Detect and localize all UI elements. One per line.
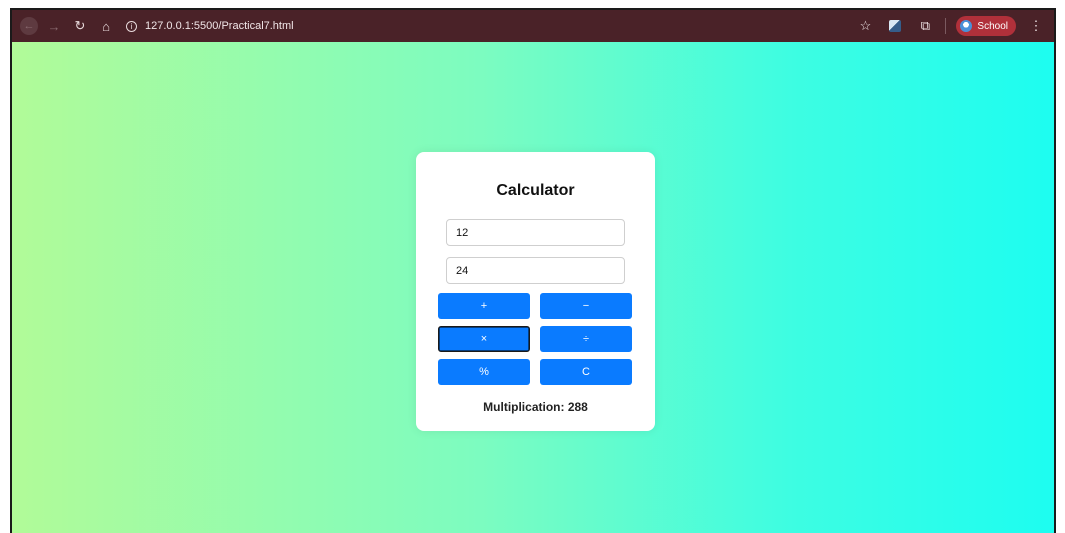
address-bar[interactable]: i 127.0.0.1:5500/Practical7.html xyxy=(126,15,294,37)
result-text: Multiplication: 288 xyxy=(483,400,588,414)
profile-label: School xyxy=(977,20,1008,32)
add-button[interactable]: + xyxy=(438,293,530,319)
profile-avatar-icon xyxy=(960,20,973,32)
extension-app-image xyxy=(889,20,902,32)
bookmark-star-icon[interactable]: ☆ xyxy=(855,16,875,36)
toolbar-divider xyxy=(945,18,947,34)
browser-right-tools: ☆ ⧉ School ⋮ xyxy=(845,10,1046,42)
site-info-icon[interactable]: i xyxy=(126,20,137,32)
first-number-input[interactable] xyxy=(446,219,625,246)
back-icon[interactable]: ← xyxy=(20,17,38,35)
divide-button[interactable]: ÷ xyxy=(540,326,632,352)
browser-menu-icon[interactable]: ⋮ xyxy=(1026,16,1046,36)
multiply-button[interactable]: × xyxy=(438,326,530,352)
forward-icon[interactable]: → xyxy=(44,16,64,36)
extension-app-icon[interactable] xyxy=(885,16,905,36)
calculator-title: Calculator xyxy=(496,182,575,199)
browser-toolbar: ← → ↻ ⌂ i 127.0.0.1:5500/Practical7.html… xyxy=(12,10,1054,42)
home-icon[interactable]: ⌂ xyxy=(96,16,116,36)
modulus-button[interactable]: % xyxy=(438,359,530,385)
profile-button[interactable]: School xyxy=(956,16,1016,36)
clear-button[interactable]: C xyxy=(540,359,632,385)
subtract-button[interactable]: − xyxy=(540,293,632,319)
url-text[interactable]: 127.0.0.1:5500/Practical7.html xyxy=(145,20,294,32)
browser-window: ← → ↻ ⌂ i 127.0.0.1:5500/Practical7.html… xyxy=(10,8,1056,533)
calculator-card: Calculator + − × ÷ % C Multiplication: 2… xyxy=(416,152,655,431)
second-number-input[interactable] xyxy=(446,257,625,284)
page-background: Calculator + − × ÷ % C Multiplication: 2… xyxy=(12,42,1054,533)
extensions-puzzle-icon[interactable]: ⧉ xyxy=(915,16,935,36)
reload-icon[interactable]: ↻ xyxy=(70,16,90,36)
